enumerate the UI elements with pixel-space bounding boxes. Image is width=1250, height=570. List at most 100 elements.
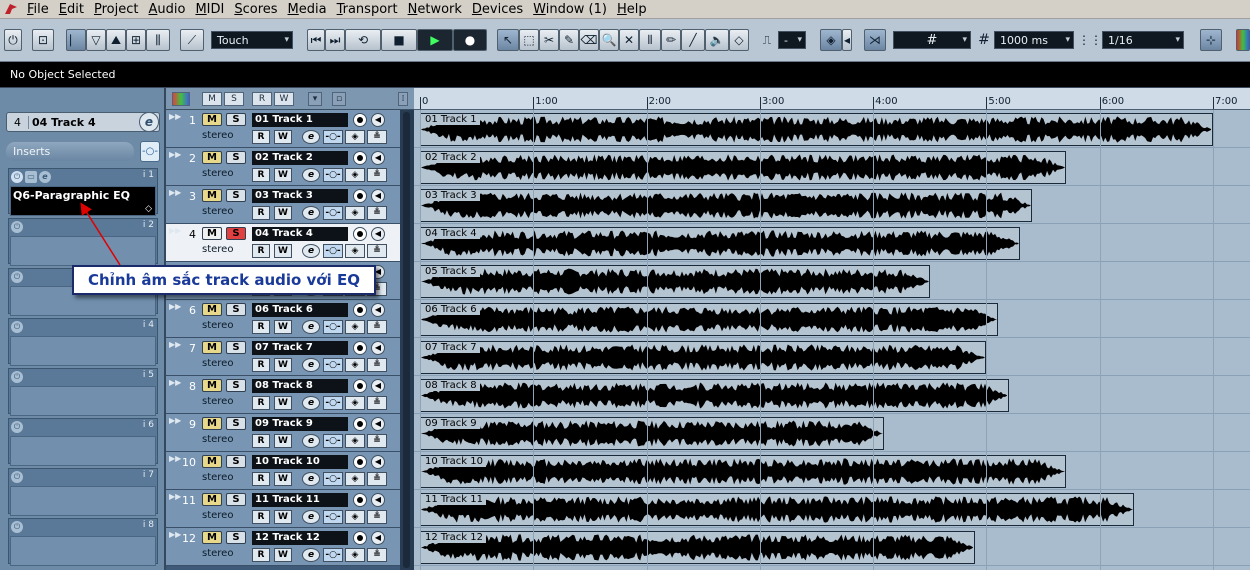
insert-slot-empty[interactable] bbox=[10, 386, 156, 416]
inserts-section[interactable]: Inserts bbox=[6, 142, 134, 161]
menu-scores[interactable]: Scores bbox=[229, 0, 282, 19]
global-read-icon[interactable]: R bbox=[252, 92, 272, 106]
monitor-icon[interactable]: ◀ bbox=[371, 189, 385, 203]
monitor-icon[interactable]: ◀ bbox=[371, 151, 385, 165]
menu-devices[interactable]: Devices bbox=[467, 0, 528, 19]
track-lane[interactable]: 11 Track 11 bbox=[414, 490, 1250, 528]
insert-slot-empty[interactable] bbox=[10, 336, 156, 366]
solo-button[interactable]: S bbox=[226, 303, 246, 316]
menu-edit[interactable]: Edit bbox=[54, 0, 89, 19]
track-lane[interactable]: 09 Track 9 bbox=[414, 414, 1250, 452]
draw-tool-icon[interactable]: ✎ bbox=[559, 29, 579, 51]
bypass-eq-icon[interactable]: ◈ bbox=[345, 168, 365, 182]
insert-slot-7[interactable]: ⏻ i 7 bbox=[8, 468, 158, 516]
audio-event[interactable]: 06 Track 6 bbox=[420, 303, 998, 336]
write-automation-button[interactable]: W bbox=[274, 472, 292, 486]
track-lane[interactable]: 02 Track 2 bbox=[414, 148, 1250, 186]
edit-channel-button[interactable]: e bbox=[302, 510, 320, 524]
bypass-eq-icon[interactable]: ◈ bbox=[345, 548, 365, 562]
power-icon[interactable]: ⏻ bbox=[11, 421, 23, 433]
mute-button[interactable]: M bbox=[202, 417, 222, 430]
inserts-bypass-icon[interactable]: -○- bbox=[140, 141, 160, 162]
insert-slot-plugin[interactable]: Q6-Paragraphic EQ ◇ bbox=[10, 186, 156, 216]
goto-end-icon[interactable]: ⏭ bbox=[325, 29, 345, 51]
write-automation-button[interactable]: W bbox=[274, 548, 292, 562]
goto-start-icon[interactable]: ⏮ bbox=[307, 29, 325, 51]
read-automation-button[interactable]: R bbox=[252, 130, 270, 144]
automation-icon[interactable]: ⟋ bbox=[180, 29, 204, 51]
read-automation-button[interactable]: R bbox=[252, 206, 270, 220]
solo-button[interactable]: S bbox=[226, 531, 246, 544]
insert-slot-empty[interactable] bbox=[10, 236, 156, 266]
monitor-icon[interactable]: ◀ bbox=[371, 113, 385, 127]
edit-icon[interactable]: e bbox=[39, 171, 51, 183]
insert-slot-1[interactable]: ⏻ ▭ e i 1 Q6-Paragraphic EQ ◇ bbox=[8, 168, 158, 216]
record-enable-icon[interactable] bbox=[353, 455, 367, 469]
edit-channel-button[interactable]: e bbox=[302, 206, 320, 220]
audio-event[interactable]: 11 Track 11 bbox=[420, 493, 1134, 526]
record-enable-icon[interactable] bbox=[353, 531, 367, 545]
read-automation-button[interactable]: R bbox=[252, 168, 270, 182]
line-tool-icon[interactable]: ╱ bbox=[681, 29, 705, 51]
write-automation-button[interactable]: W bbox=[274, 320, 292, 334]
zoom-tool-icon[interactable]: 🔍 bbox=[599, 29, 619, 51]
bypass-eq-icon[interactable]: ◈ bbox=[345, 510, 365, 524]
inspector-track-header[interactable]: 4 04 Track 4 ▶ bbox=[6, 112, 160, 132]
bypass-sends-icon[interactable]: ≗ bbox=[367, 472, 387, 486]
solo-button[interactable]: S bbox=[226, 189, 246, 202]
color-tool-icon[interactable]: ◇ bbox=[729, 29, 749, 51]
bypass-eq-icon[interactable]: ◈ bbox=[345, 130, 365, 144]
erase-tool-icon[interactable]: ⌫ bbox=[579, 29, 599, 51]
record-button[interactable]: ● bbox=[453, 29, 487, 51]
track-lane[interactable]: 12 Track 12 bbox=[414, 528, 1250, 566]
audio-event[interactable]: 05 Track 5 bbox=[420, 265, 930, 298]
power-icon[interactable]: ⏻ bbox=[11, 371, 23, 383]
timeline-ruler[interactable]: 0 1:00 2:00 3:00 4:00 5:00 6:00 7:00 bbox=[414, 88, 1250, 110]
track-row[interactable]: ▶▶ 6 M S 06 Track 6 ◀ stereo R W e -○- ◈… bbox=[166, 300, 414, 338]
insert-slot-8[interactable]: ⏻ i 8 bbox=[8, 518, 158, 566]
bypass-sends-icon[interactable]: ≗ bbox=[367, 358, 387, 372]
mute-button[interactable]: M bbox=[202, 455, 222, 468]
solo-button[interactable]: S bbox=[226, 227, 246, 240]
power-icon[interactable]: ⏻ bbox=[11, 171, 23, 183]
record-enable-icon[interactable] bbox=[353, 493, 367, 507]
bypass-eq-icon[interactable]: ◈ bbox=[345, 358, 365, 372]
speaker-tool-icon[interactable]: 🔈 bbox=[705, 29, 729, 51]
list-splitter[interactable] bbox=[400, 110, 414, 570]
bypass-inserts-icon[interactable]: -○- bbox=[323, 548, 343, 562]
menu-audio[interactable]: Audio bbox=[143, 0, 190, 19]
track-name-field[interactable]: 12 Track 12 bbox=[252, 531, 348, 545]
track-row[interactable]: ▶▶ 11 M S 11 Track 11 ◀ stereo R W e -○-… bbox=[166, 490, 414, 528]
track-row[interactable]: ▶▶ 7 M S 07 Track 7 ◀ stereo R W e -○- ◈… bbox=[166, 338, 414, 376]
mute-button[interactable]: M bbox=[202, 379, 222, 392]
mute-button[interactable]: M bbox=[202, 341, 222, 354]
stop-button[interactable]: ■ bbox=[381, 29, 417, 51]
bypass-sends-icon[interactable]: ≗ bbox=[367, 130, 387, 144]
write-automation-button[interactable]: W bbox=[274, 130, 292, 144]
power-icon[interactable]: ⏻ bbox=[11, 321, 23, 333]
track-name-field[interactable]: 02 Track 2 bbox=[252, 151, 348, 165]
slot-menu-icon[interactable]: ◇ bbox=[145, 204, 152, 214]
track-lane[interactable]: 03 Track 3 bbox=[414, 186, 1250, 224]
bypass-sends-icon[interactable]: ≗ bbox=[367, 396, 387, 410]
inspector-track-name[interactable]: 04 Track 4 bbox=[29, 116, 96, 129]
grid-type-select[interactable]: # bbox=[893, 31, 971, 49]
read-automation-button[interactable]: R bbox=[252, 434, 270, 448]
solo-button[interactable]: S bbox=[226, 493, 246, 506]
bypass-inserts-icon[interactable]: -○- bbox=[323, 320, 343, 334]
write-automation-button[interactable]: W bbox=[274, 206, 292, 220]
track-lane[interactable]: 08 Track 8 bbox=[414, 376, 1250, 414]
edit-channel-button[interactable]: e bbox=[302, 130, 320, 144]
record-enable-icon[interactable] bbox=[353, 189, 367, 203]
write-automation-button[interactable]: W bbox=[274, 168, 292, 182]
global-mute-icon[interactable]: M bbox=[202, 92, 222, 106]
track-lane[interactable]: 07 Track 7 bbox=[414, 338, 1250, 376]
track-row[interactable]: ▶▶ 8 M S 08 Track 8 ◀ stereo R W e -○- ◈… bbox=[166, 376, 414, 414]
read-automation-button[interactable]: R bbox=[252, 472, 270, 486]
bypass-inserts-icon[interactable]: -○- bbox=[323, 472, 343, 486]
read-automation-button[interactable]: R bbox=[252, 510, 270, 524]
menu-window-1[interactable]: Window (1) bbox=[528, 0, 612, 19]
insert-slot-2[interactable]: ⏻ i 2 bbox=[8, 218, 158, 266]
power-icon[interactable]: ⏻ bbox=[4, 29, 22, 51]
bypass-eq-icon[interactable]: ◈ bbox=[345, 396, 365, 410]
